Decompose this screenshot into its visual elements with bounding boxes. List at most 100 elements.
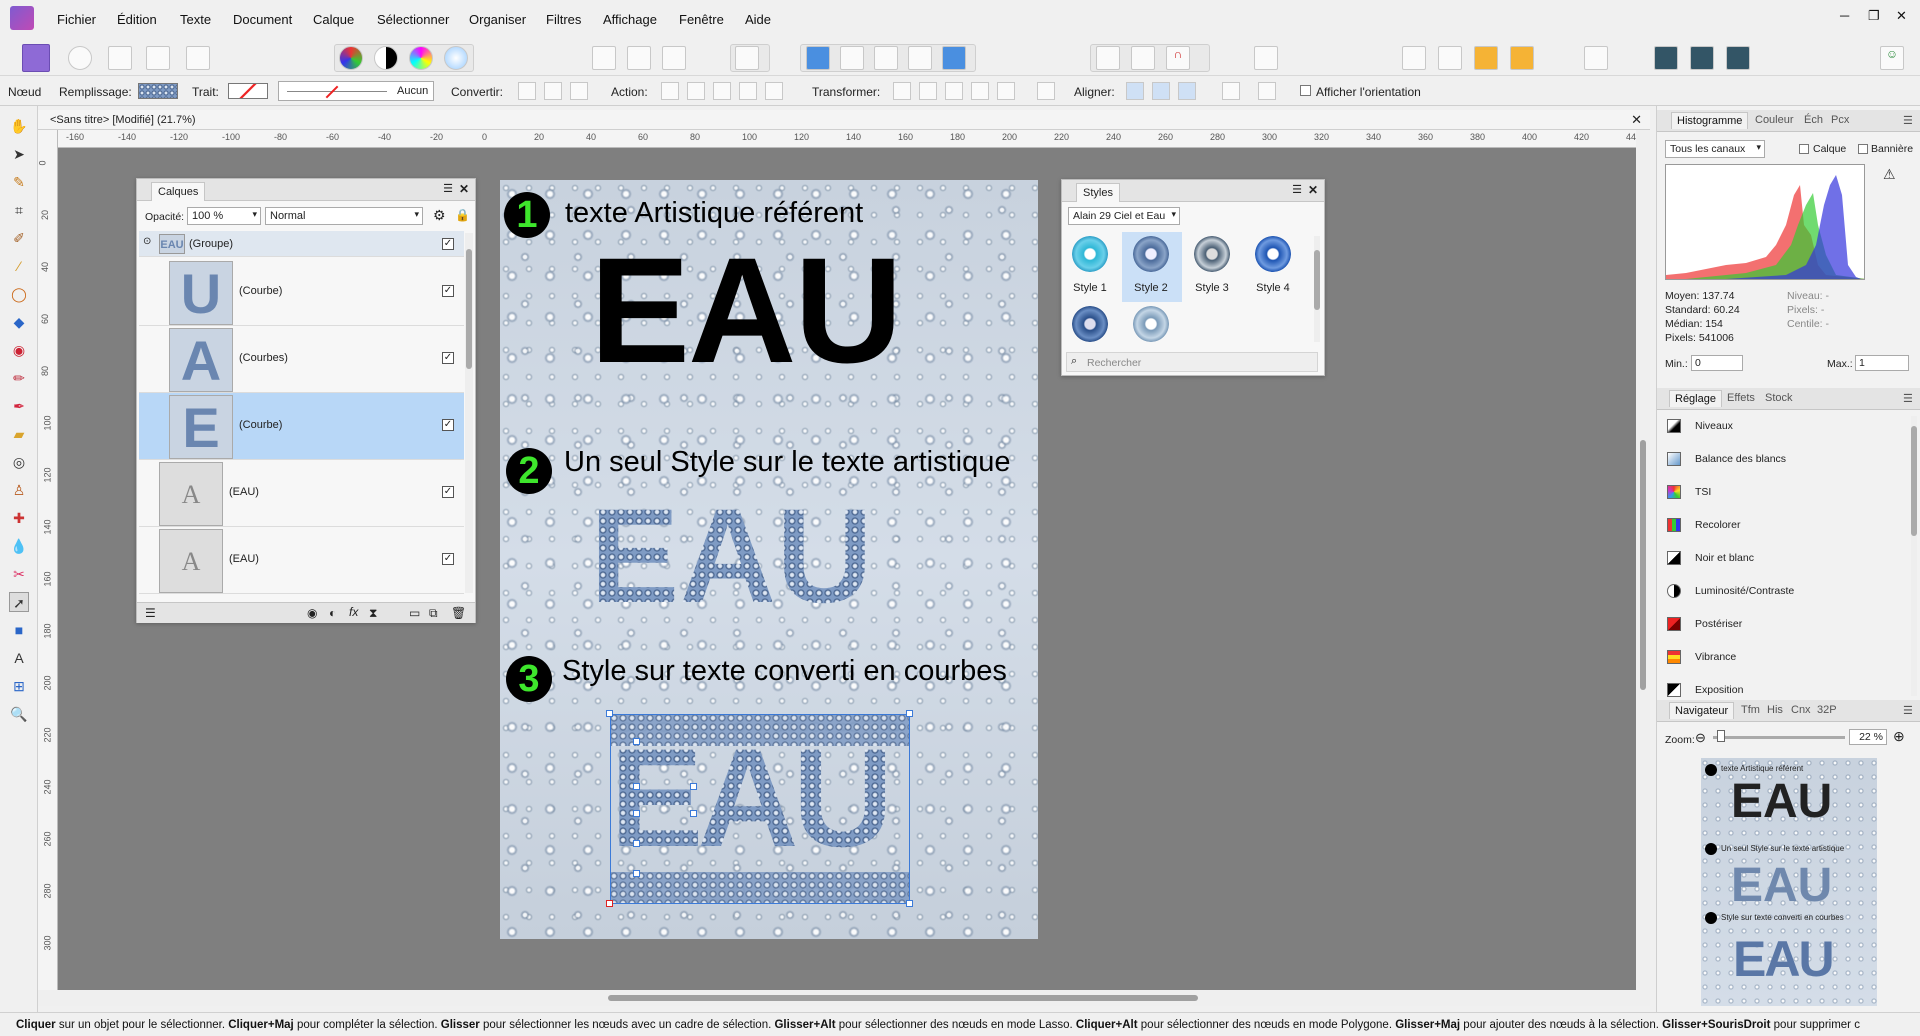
node-handle[interactable] bbox=[633, 783, 640, 790]
delete-layer-icon[interactable]: 🗑 bbox=[451, 606, 466, 620]
layer-visibility-checkbox[interactable]: ✓ bbox=[442, 486, 454, 498]
layer-visibility-checkbox[interactable]: ✓ bbox=[442, 285, 454, 297]
close-document-icon[interactable]: ✕ bbox=[1631, 112, 1642, 128]
convert-smooth-icon[interactable] bbox=[544, 82, 562, 100]
grid-icon[interactable] bbox=[1096, 46, 1120, 70]
subtract-shape-icon[interactable] bbox=[840, 46, 864, 70]
menu-calque[interactable]: Calque bbox=[313, 12, 354, 27]
contrast-icon[interactable] bbox=[374, 46, 398, 70]
close-window-button[interactable]: ✕ bbox=[1896, 8, 1907, 24]
tab-histogram[interactable]: Histogramme bbox=[1671, 112, 1749, 129]
layer-row-group[interactable]: ⊙ EAU (Groupe) ✓ bbox=[139, 231, 464, 257]
style-6-swatch[interactable] bbox=[1133, 306, 1169, 342]
style-5-swatch[interactable] bbox=[1072, 306, 1108, 342]
adjust-white-balance[interactable]: Balance des blancs bbox=[1665, 449, 1905, 469]
vertical-scrollbar[interactable] bbox=[1636, 130, 1650, 1006]
adjust-recolor[interactable]: Recolorer bbox=[1665, 515, 1905, 535]
panel-close-icon[interactable]: ✕ bbox=[459, 182, 469, 196]
restore-button[interactable]: ❐ bbox=[1868, 8, 1880, 24]
tab-cnx[interactable]: Cnx bbox=[1791, 704, 1811, 716]
transform-rotate-icon[interactable] bbox=[945, 82, 963, 100]
menu-fichier[interactable]: Fichier bbox=[57, 12, 96, 27]
tab-effets[interactable]: Effets bbox=[1727, 392, 1755, 404]
transform-scale-icon[interactable] bbox=[971, 82, 989, 100]
layer-settings-gear-icon[interactable]: ⚙ bbox=[433, 207, 446, 224]
artboard[interactable]: 1 texte Artistique référent EAU 2 Un seu… bbox=[500, 180, 1038, 939]
stamp-tool-icon[interactable]: ♙ bbox=[9, 480, 29, 500]
tab-ech[interactable]: Éch bbox=[1804, 114, 1823, 126]
curves-text-eau[interactable]: EAU bbox=[610, 728, 894, 868]
frame-text-icon[interactable]: ⊞ bbox=[9, 676, 29, 696]
assistant-icon[interactable] bbox=[146, 46, 170, 70]
hscroll-thumb[interactable] bbox=[608, 995, 1198, 1001]
crop-tool-icon[interactable]: ⌗ bbox=[9, 200, 29, 220]
vscroll-thumb[interactable] bbox=[1640, 440, 1646, 690]
tab-reglage[interactable]: Réglage bbox=[1669, 390, 1722, 407]
heading-2[interactable]: Un seul Style sur le texte artistique bbox=[564, 446, 1010, 479]
deselect-icon[interactable] bbox=[627, 46, 651, 70]
opacity-input[interactable]: 100 % ▾ bbox=[187, 207, 261, 225]
ruler-icon[interactable] bbox=[1131, 46, 1155, 70]
banner-checkbox[interactable] bbox=[1858, 144, 1868, 154]
hourglass-icon[interactable]: ⧗ bbox=[369, 606, 377, 621]
zoom-slider-thumb[interactable] bbox=[1717, 730, 1725, 742]
minimize-button[interactable]: ─ bbox=[1840, 8, 1849, 23]
intersect-shape-icon[interactable] bbox=[874, 46, 898, 70]
divide-shape-icon[interactable] bbox=[942, 46, 966, 70]
node-handle[interactable] bbox=[633, 810, 640, 817]
add-shape-icon[interactable] bbox=[806, 46, 830, 70]
style-2-swatch[interactable] bbox=[1133, 236, 1169, 272]
document-tab[interactable]: <Sans titre> [Modifié] (21.7%) ✕ bbox=[38, 110, 1650, 130]
pen-tool-icon[interactable]: ✒ bbox=[9, 396, 29, 416]
stroke-swatch[interactable] bbox=[228, 83, 268, 99]
lasso-tool-icon[interactable]: ◯ bbox=[9, 284, 29, 304]
invert-selection-icon[interactable] bbox=[662, 46, 686, 70]
menu-texte[interactable]: Texte bbox=[180, 12, 211, 27]
styles-scrollbar[interactable] bbox=[1314, 236, 1320, 342]
arrange-front-icon[interactable] bbox=[1510, 46, 1534, 70]
align-nodes-h-icon[interactable] bbox=[1126, 82, 1144, 100]
layer-visibility-checkbox[interactable]: ✓ bbox=[442, 419, 454, 431]
layer-row-selected[interactable]: E (Courbe) ✓ bbox=[139, 393, 464, 460]
layers-tab[interactable]: Calques bbox=[151, 182, 206, 201]
blur-tool-icon[interactable]: 💧 bbox=[9, 536, 29, 556]
join-curve-icon[interactable] bbox=[739, 82, 757, 100]
adjust-posterize[interactable]: Postériser bbox=[1665, 614, 1905, 634]
menu-document[interactable]: Document bbox=[233, 12, 292, 27]
layer-row[interactable]: A (Courbes) ✓ bbox=[139, 326, 464, 393]
selection-handle[interactable] bbox=[606, 710, 613, 717]
panel-menu-icon[interactable]: ☰ bbox=[1292, 183, 1302, 196]
tab-pcx[interactable]: Pcx bbox=[1831, 114, 1849, 126]
layer-visibility-checkbox[interactable]: ✓ bbox=[442, 352, 454, 364]
text-tool-icon[interactable]: A bbox=[9, 648, 29, 668]
share-icon[interactable] bbox=[186, 46, 210, 70]
healing-tool-icon[interactable]: ✚ bbox=[9, 508, 29, 528]
layers-scrollbar[interactable] bbox=[465, 233, 473, 593]
color-fill-icon[interactable]: ◉ bbox=[9, 340, 29, 360]
node-handle[interactable] bbox=[633, 840, 640, 847]
reverse-curve-icon[interactable] bbox=[765, 82, 783, 100]
selection-handle[interactable] bbox=[606, 900, 613, 907]
style-4-swatch[interactable] bbox=[1255, 236, 1291, 272]
new-layer-icon[interactable]: ⧉ bbox=[429, 606, 438, 621]
artistic-text-eau[interactable]: EAU bbox=[590, 235, 903, 385]
menu-edition[interactable]: Édition bbox=[117, 12, 157, 27]
zoom-out-icon[interactable]: ⊖ bbox=[1695, 730, 1706, 746]
node-handle[interactable] bbox=[633, 870, 640, 877]
node-tool-icon[interactable]: ➚ bbox=[9, 592, 29, 612]
styles-tab[interactable]: Styles bbox=[1076, 183, 1120, 202]
zoom-input[interactable]: 22 % bbox=[1849, 729, 1887, 745]
layer-visibility-checkbox[interactable]: ✓ bbox=[442, 238, 454, 250]
close-curve-icon[interactable] bbox=[687, 82, 705, 100]
folder-icon[interactable]: ▭ bbox=[409, 606, 420, 620]
app-logo-icon[interactable] bbox=[10, 6, 34, 30]
zoom-in-icon[interactable]: ⊕ bbox=[1893, 728, 1905, 745]
transform-mode-icon[interactable] bbox=[893, 82, 911, 100]
tab-stock[interactable]: Stock bbox=[1765, 392, 1793, 404]
tab-32p[interactable]: 32P bbox=[1817, 704, 1837, 716]
heading-3[interactable]: Style sur texte converti en courbes bbox=[562, 655, 1007, 688]
stroke-style-dropdown[interactable]: Aucun bbox=[278, 81, 434, 101]
transform-skew-icon[interactable] bbox=[997, 82, 1015, 100]
panel-menu-icon[interactable]: ☰ bbox=[1903, 114, 1913, 127]
paint-brush-icon[interactable]: ✐ bbox=[9, 228, 29, 248]
